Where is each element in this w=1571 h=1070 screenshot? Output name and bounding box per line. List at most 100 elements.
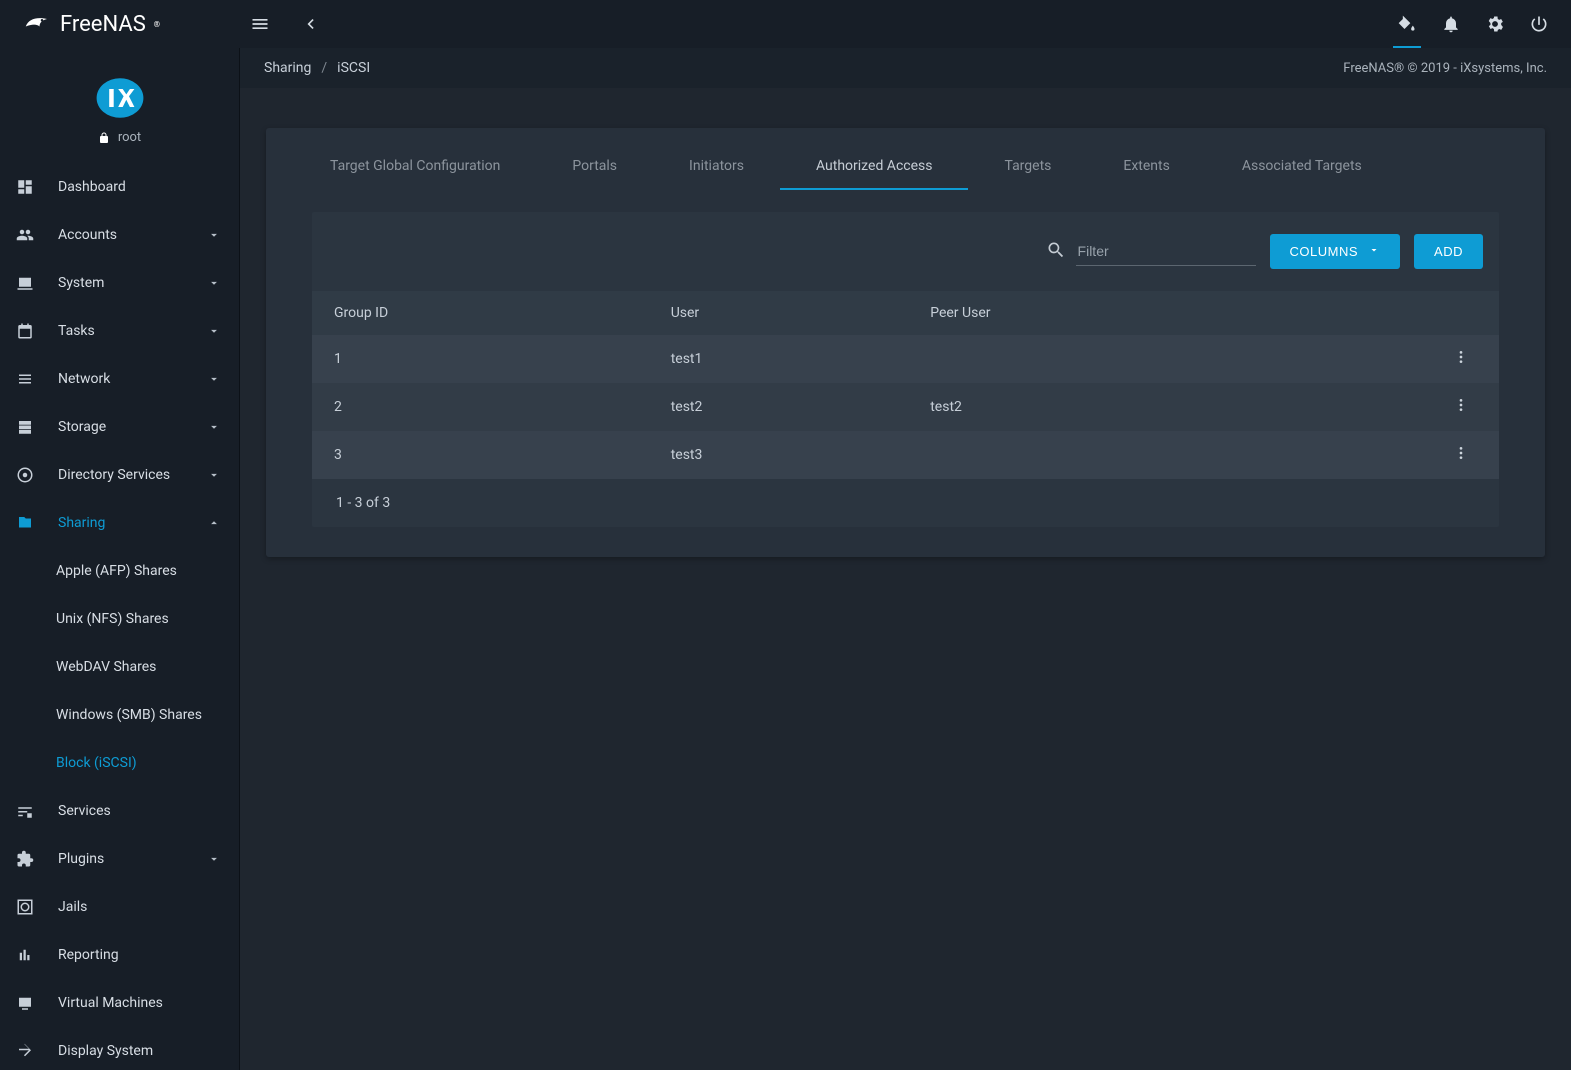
row-actions-button[interactable] xyxy=(1453,397,1469,413)
col-user[interactable]: User xyxy=(649,291,909,335)
chevron-down-icon xyxy=(207,274,225,292)
nav-label: Directory Services xyxy=(58,467,207,483)
nav-storage[interactable]: Storage xyxy=(0,403,239,451)
nav-accounts[interactable]: Accounts xyxy=(0,211,239,259)
chevron-down-icon xyxy=(207,370,225,388)
cell-peer-user xyxy=(908,335,1266,383)
row-actions-button[interactable] xyxy=(1453,445,1469,461)
hamburger-menu-button[interactable] xyxy=(240,4,280,44)
nav: Dashboard Accounts System Tasks Network xyxy=(0,163,239,1070)
chevron-down-icon xyxy=(207,466,225,484)
plugins-icon xyxy=(14,848,36,870)
breadcrumb-parent[interactable]: Sharing xyxy=(264,60,311,76)
cell-user: test3 xyxy=(649,431,909,479)
nav-sub-afp[interactable]: Apple (AFP) Shares xyxy=(0,547,239,595)
columns-button[interactable]: COLUMNS xyxy=(1270,234,1401,269)
nav-label: Virtual Machines xyxy=(58,995,225,1011)
services-icon xyxy=(14,800,36,822)
tab-targets[interactable]: Targets xyxy=(968,146,1087,190)
nav-plugins[interactable]: Plugins xyxy=(0,835,239,883)
cell-group-id: 3 xyxy=(312,431,649,479)
authorized-access-panel: COLUMNS ADD Group ID User xyxy=(312,212,1499,527)
nav-system[interactable]: System xyxy=(0,259,239,307)
nav-jails[interactable]: Jails xyxy=(0,883,239,931)
sidebar: root Dashboard Accounts System Tasks xyxy=(0,48,240,1070)
tab-associated-targets[interactable]: Associated Targets xyxy=(1206,146,1398,190)
cell-peer-user xyxy=(908,431,1266,479)
tab-authorized-access[interactable]: Authorized Access xyxy=(780,146,969,190)
nav-sub-smb[interactable]: Windows (SMB) Shares xyxy=(0,691,239,739)
nav-label: Display System xyxy=(58,1043,225,1059)
accounts-icon xyxy=(14,224,36,246)
columns-button-label: COLUMNS xyxy=(1290,244,1359,259)
nav-sub-label: Windows (SMB) Shares xyxy=(56,707,225,723)
dropdown-arrow-icon xyxy=(1368,244,1380,259)
table-row[interactable]: 1 test1 xyxy=(312,335,1499,383)
nav-label: Jails xyxy=(58,899,225,915)
power-button[interactable] xyxy=(1519,4,1559,44)
nav-label: Accounts xyxy=(58,227,207,243)
nav-tasks[interactable]: Tasks xyxy=(0,307,239,355)
nav-label: Services xyxy=(58,803,225,819)
settings-button[interactable] xyxy=(1475,4,1515,44)
nav-dashboard[interactable]: Dashboard xyxy=(0,163,239,211)
paint-bucket-icon xyxy=(1397,14,1417,34)
brand-text: FreeNAS xyxy=(60,12,146,37)
breadcrumb: Sharing / iSCSI xyxy=(264,60,370,76)
nav-label: Storage xyxy=(58,419,207,435)
bell-icon xyxy=(1441,14,1461,34)
tab-initiators[interactable]: Initiators xyxy=(653,146,780,190)
breadcrumb-separator: / xyxy=(321,60,327,76)
menu-icon xyxy=(250,14,270,34)
display-icon xyxy=(14,1040,36,1062)
nav-display-system[interactable]: Display System xyxy=(0,1027,239,1070)
notifications-button[interactable] xyxy=(1431,4,1471,44)
sidebar-username: root xyxy=(118,130,141,145)
vm-icon xyxy=(14,992,36,1014)
table-toolbar: COLUMNS ADD xyxy=(312,212,1499,291)
nav-sharing[interactable]: Sharing xyxy=(0,499,239,547)
sidebar-user: root xyxy=(0,130,239,163)
lock-icon xyxy=(98,132,110,144)
topbar: FreeNAS® xyxy=(0,0,1571,48)
filter-input[interactable] xyxy=(1076,237,1256,266)
more-vert-icon xyxy=(1453,397,1469,413)
nav-sub-label: WebDAV Shares xyxy=(56,659,225,675)
nav-sub-webdav[interactable]: WebDAV Shares xyxy=(0,643,239,691)
table-row[interactable]: 3 test3 xyxy=(312,431,1499,479)
ix-logo xyxy=(0,48,239,130)
chevron-down-icon xyxy=(207,226,225,244)
tab-portals[interactable]: Portals xyxy=(536,146,653,190)
tab-target-global-config[interactable]: Target Global Configuration xyxy=(294,146,536,190)
tab-extents[interactable]: Extents xyxy=(1087,146,1205,190)
chevron-down-icon xyxy=(207,850,225,868)
collapse-sidebar-button[interactable] xyxy=(290,4,330,44)
system-icon xyxy=(14,272,36,294)
power-icon xyxy=(1529,14,1549,34)
add-button[interactable]: ADD xyxy=(1414,234,1483,269)
nav-services[interactable]: Services xyxy=(0,787,239,835)
theme-button[interactable] xyxy=(1387,4,1427,44)
nav-label: Tasks xyxy=(58,323,207,339)
cell-user: test2 xyxy=(649,383,909,431)
nav-sub-iscsi[interactable]: Block (iSCSI) xyxy=(0,739,239,787)
copyright: FreeNAS® © 2019 - iXsystems, Inc. xyxy=(1343,61,1547,76)
tasks-icon xyxy=(14,320,36,342)
brand-logo[interactable]: FreeNAS® xyxy=(12,9,230,39)
nav-label: Reporting xyxy=(58,947,225,963)
nav-directory-services[interactable]: Directory Services xyxy=(0,451,239,499)
col-group-id[interactable]: Group ID xyxy=(312,291,649,335)
more-vert-icon xyxy=(1453,445,1469,461)
cell-user: test1 xyxy=(649,335,909,383)
nav-sub-nfs[interactable]: Unix (NFS) Shares xyxy=(0,595,239,643)
table-row[interactable]: 2 test2 test2 xyxy=(312,383,1499,431)
network-icon xyxy=(14,368,36,390)
nav-virtual-machines[interactable]: Virtual Machines xyxy=(0,979,239,1027)
nav-network[interactable]: Network xyxy=(0,355,239,403)
table-footer: 1 - 3 of 3 xyxy=(312,479,1499,527)
nav-reporting[interactable]: Reporting xyxy=(0,931,239,979)
cell-group-id: 2 xyxy=(312,383,649,431)
col-peer-user[interactable]: Peer User xyxy=(908,291,1266,335)
chevron-down-icon xyxy=(207,322,225,340)
row-actions-button[interactable] xyxy=(1453,349,1469,365)
